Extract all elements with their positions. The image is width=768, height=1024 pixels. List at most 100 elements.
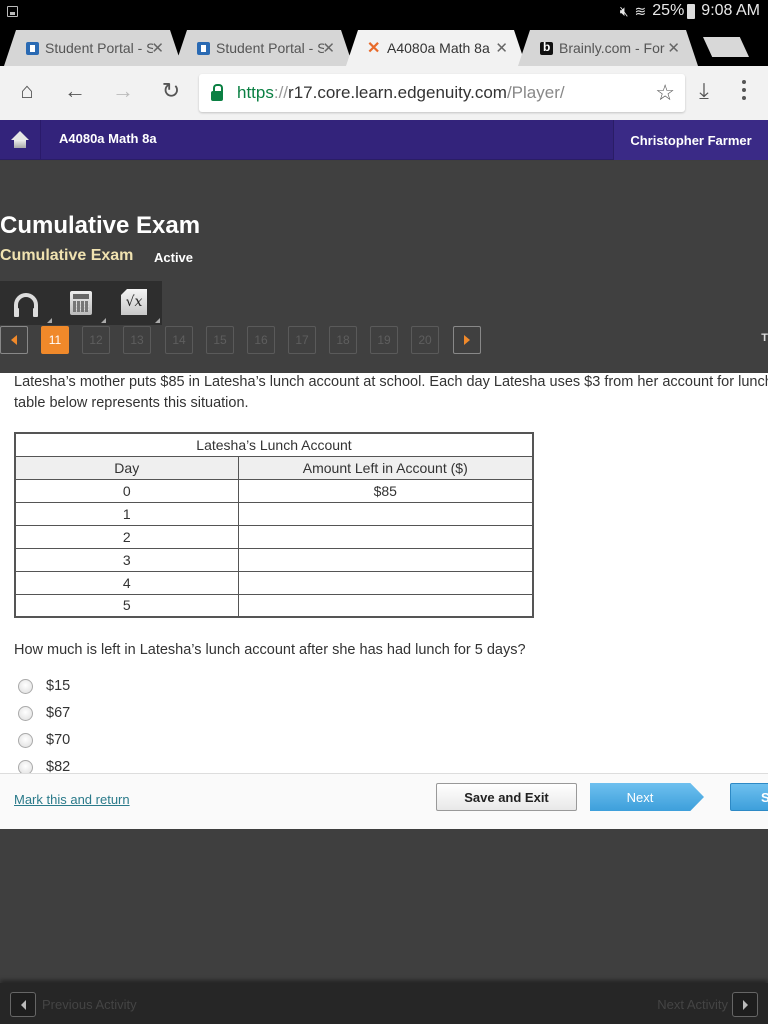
answer-choice[interactable]: $70 <box>18 732 70 748</box>
column-header-amount: Amount Left in Account ($) <box>237 455 534 480</box>
submit-button[interactable]: Submit <box>730 783 768 811</box>
home-button[interactable] <box>0 120 41 160</box>
tab-label: A4080a Math 8a <box>387 40 490 56</box>
tab-brainly[interactable]: Brainly.com - For ✕ <box>518 30 698 66</box>
next-activity-label: Next Activity <box>657 997 728 1012</box>
question-prompt: How much is left in Latesha’s lunch acco… <box>14 642 526 658</box>
close-tab-icon[interactable]: ✕ <box>495 39 508 57</box>
page-18[interactable]: 18 <box>329 326 357 354</box>
tab-math-8a[interactable]: A4080a Math 8a ✕ <box>346 30 526 66</box>
tab-student-portal-1[interactable]: Student Portal - S ✕ <box>4 30 182 66</box>
page-12[interactable]: 12 <box>82 326 110 354</box>
table-row: 1 <box>14 501 534 526</box>
answer-choice[interactable]: $15 <box>18 678 70 694</box>
activity-footer: Previous Activity Next Activity <box>0 983 768 1024</box>
page-11[interactable]: 11 <box>41 326 69 354</box>
column-header-day: Day <box>14 455 239 480</box>
page-19[interactable]: 19 <box>370 326 398 354</box>
tools-bar: √x <box>0 281 162 325</box>
new-tab-button[interactable] <box>703 37 749 57</box>
previous-question-button[interactable] <box>0 326 28 354</box>
student-portal-icon <box>197 42 210 55</box>
radio-button[interactable] <box>18 732 33 748</box>
tab-label: Student Portal - S <box>45 40 153 56</box>
status-bar: 🔇︎ ≋ 25% 9:08 AM <box>0 0 768 24</box>
tab-label: Brainly.com - For <box>559 40 665 56</box>
close-tab-icon[interactable]: ✕ <box>322 39 335 57</box>
previous-activity-button[interactable] <box>10 992 36 1017</box>
user-name: Christopher Farmer <box>630 132 752 148</box>
mute-icon: 🔇︎ <box>619 2 629 19</box>
tab-label: Student Portal - S <box>216 40 324 56</box>
text-to-speech-tool[interactable] <box>0 281 54 325</box>
caret-left-icon <box>20 999 26 1010</box>
download-icon[interactable]: ⤓ <box>691 78 717 104</box>
table-row: 3 <box>14 547 534 572</box>
next-activity-button[interactable] <box>732 992 758 1017</box>
question-stem: Latesha’s mother puts $85 in Latesha’s l… <box>14 374 768 411</box>
edgenuity-icon <box>368 42 381 55</box>
wifi-icon: ≋ <box>634 2 647 19</box>
choice-label: $82 <box>46 759 71 773</box>
bookmark-star-icon[interactable]: ☆ <box>655 80 675 106</box>
clock: 9:08 AM <box>701 2 760 19</box>
home-icon <box>11 131 29 149</box>
back-icon[interactable]: ← <box>62 78 88 104</box>
table-row: 2 <box>14 524 534 549</box>
radio-button[interactable] <box>18 759 33 773</box>
answer-choice[interactable]: $67 <box>18 705 70 721</box>
forward-icon[interactable]: → <box>110 78 136 104</box>
student-portal-icon <box>26 42 39 55</box>
activity-subtitle: Cumulative Exam <box>0 247 134 264</box>
formula-sheet-icon: √x <box>121 289 147 315</box>
previous-activity-label: Previous Activity <box>42 997 137 1012</box>
next-question-button[interactable] <box>453 326 481 354</box>
close-tab-icon[interactable]: ✕ <box>667 39 680 57</box>
browser-toolbar: ⌂ ← → ↻ https://r17.core.learn.edgenuity… <box>0 66 768 120</box>
page-15[interactable]: 15 <box>206 326 234 354</box>
calculator-icon <box>70 291 92 315</box>
question-pager: 11 12 13 14 15 16 17 18 19 20 T <box>0 326 768 354</box>
menu-icon[interactable] <box>740 80 748 100</box>
close-tab-icon[interactable]: ✕ <box>151 39 164 57</box>
page-17[interactable]: 17 <box>288 326 316 354</box>
table-row: 0 $85 <box>14 478 534 503</box>
address-bar[interactable]: https://r17.core.learn.edgenuity.com/Pla… <box>199 74 685 112</box>
lunch-account-table: Latesha’s Lunch Account Day Amount Left … <box>14 432 534 618</box>
radio-button[interactable] <box>18 678 33 694</box>
page-14[interactable]: 14 <box>165 326 193 354</box>
table-row: 4 <box>14 570 534 595</box>
gallery-icon <box>7 6 18 17</box>
choice-label: $15 <box>46 678 71 694</box>
timer-label: T <box>761 332 768 344</box>
home-icon[interactable]: ⌂ <box>14 78 40 104</box>
app-header: A4080a Math 8a Christopher Farmer <box>0 120 768 160</box>
page-20[interactable]: 20 <box>411 326 439 354</box>
answer-choice[interactable]: $82 <box>18 759 70 773</box>
radio-button[interactable] <box>18 705 33 721</box>
caret-right-icon <box>464 335 470 345</box>
lock-icon <box>211 83 223 101</box>
course-title: A4080a Math 8a <box>59 131 157 146</box>
next-button[interactable]: Next <box>590 783 704 811</box>
calculator-tool[interactable] <box>54 281 108 325</box>
action-bar: Mark this and return Save and Exit Next … <box>0 773 768 829</box>
tab-student-portal-2[interactable]: Student Portal - S ✕ <box>175 30 353 66</box>
battery-percent: 25% <box>652 2 685 19</box>
choice-label: $67 <box>46 705 71 721</box>
choice-label: $70 <box>46 732 71 748</box>
page-16[interactable]: 16 <box>247 326 275 354</box>
caret-right-icon <box>742 999 748 1010</box>
url-text: https://r17.core.learn.edgenuity.com/Pla… <box>237 83 565 102</box>
mark-and-return-link[interactable]: Mark this and return <box>14 792 130 807</box>
page-13[interactable]: 13 <box>123 326 151 354</box>
page-title: Cumulative Exam <box>0 212 201 239</box>
question-content: Latesha’s mother puts $85 in Latesha’s l… <box>0 373 768 773</box>
reload-icon[interactable]: ↻ <box>158 78 184 104</box>
user-menu[interactable]: Christopher Farmer <box>613 120 768 160</box>
status-indicators: 🔇︎ ≋ 25% 9:08 AM <box>620 2 760 20</box>
save-and-exit-button[interactable]: Save and Exit <box>436 783 577 811</box>
table-caption: Latesha’s Lunch Account <box>14 432 534 457</box>
status-badge: Active <box>154 250 194 265</box>
formula-sheet-tool[interactable]: √x <box>108 281 162 325</box>
